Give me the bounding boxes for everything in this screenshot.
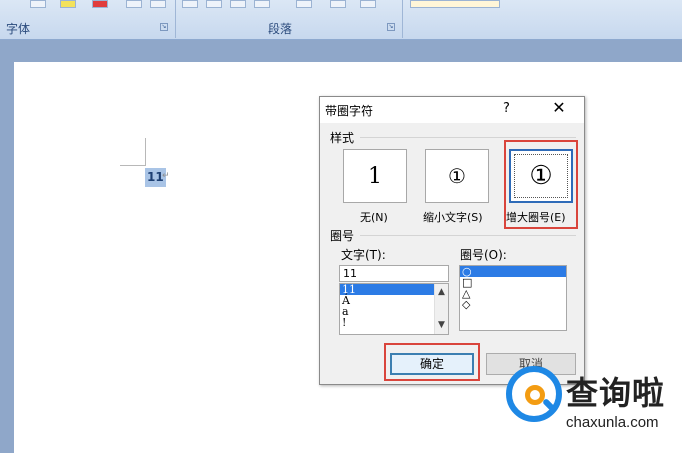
text-listbox[interactable]: 11 Á a ! ▲ ▼ [339,283,449,335]
style-none-label: 无(N) [360,211,388,224]
style-none-option[interactable]: 1 [343,149,407,203]
section-divider [360,235,576,236]
text-input[interactable]: 11 [339,265,449,282]
text-field-label: 文字(T): [341,248,386,262]
chevron-down-icon[interactable]: ▼ [435,319,448,332]
font-style-button[interactable] [30,0,46,8]
style-shrink-text-option[interactable]: ① [425,149,489,203]
style-section-label: 样式 [330,131,355,145]
watermark-text: 查询啦 [566,374,666,412]
enclose-characters-dialog: 带圈字符 ? ✕ 样式 1 无(N) ① 缩小文字(S) ① 增大圈号(E) 圈… [319,96,585,385]
watermark-logo-icon [506,366,562,422]
paragraph-dialog-launcher-icon[interactable]: ↘ [387,23,395,31]
highlight-color-button[interactable] [60,0,76,8]
close-icon[interactable]: ✕ [550,99,568,117]
enclosure-square-item[interactable]: □ [460,277,566,288]
list-item[interactable]: ! [340,317,448,328]
dialog-titlebar[interactable]: 带圈字符 ? ✕ [320,97,584,123]
highlight-frame [504,140,578,229]
font-color-button[interactable] [92,0,108,8]
ok-button[interactable]: 确定 [390,353,474,375]
border-button[interactable] [360,0,376,8]
group-separator [402,0,403,38]
style-shrink-preview: ① [448,164,466,188]
font-group-label: 字体 [6,22,31,36]
margin-crop-mark [120,165,146,166]
section-divider [360,137,576,138]
group-separator [175,0,176,38]
align-left-button[interactable] [182,0,198,8]
justify-button[interactable] [254,0,270,8]
char-border-button[interactable] [126,0,142,8]
align-center-button[interactable] [206,0,222,8]
enclosure-triangle-item[interactable]: △ [460,288,566,299]
style-shrink-label: 缩小文字(S) [423,211,483,224]
line-spacing-button[interactable] [296,0,312,8]
scrollbar[interactable]: ▲ ▼ [434,284,448,334]
align-right-button[interactable] [230,0,246,8]
enclosure-section-label: 圈号 [330,229,355,243]
enclosure-circle-item[interactable]: ○ [460,266,566,277]
enclosure-field-label: 圈号(O): [460,248,507,262]
help-button[interactable]: ? [503,101,510,116]
style-none-preview: 1 [368,164,382,189]
watermark-url: chaxunla.com [566,414,659,431]
dialog-title: 带圈字符 [325,104,374,118]
margin-crop-mark [145,138,146,165]
font-dialog-launcher-icon[interactable]: ↘ [160,23,168,31]
list-item[interactable]: 11 [340,284,448,295]
styles-gallery[interactable] [410,0,500,8]
ribbon: 字体 ↘ 段落 ↘ [0,0,682,40]
list-item[interactable]: a [340,306,448,317]
enclose-char-button[interactable] [150,0,166,8]
enclosure-listbox[interactable]: ○ □ △ ◇ [459,265,567,331]
shading-button[interactable] [330,0,346,8]
paragraph-group-label: 段落 [268,22,293,36]
list-item[interactable]: Á [340,295,448,306]
paragraph-mark: ↵ [162,171,170,181]
chevron-up-icon[interactable]: ▲ [435,286,448,299]
watermark: 查询啦 chaxunla.com [504,362,680,450]
enclosure-diamond-item[interactable]: ◇ [460,299,566,310]
